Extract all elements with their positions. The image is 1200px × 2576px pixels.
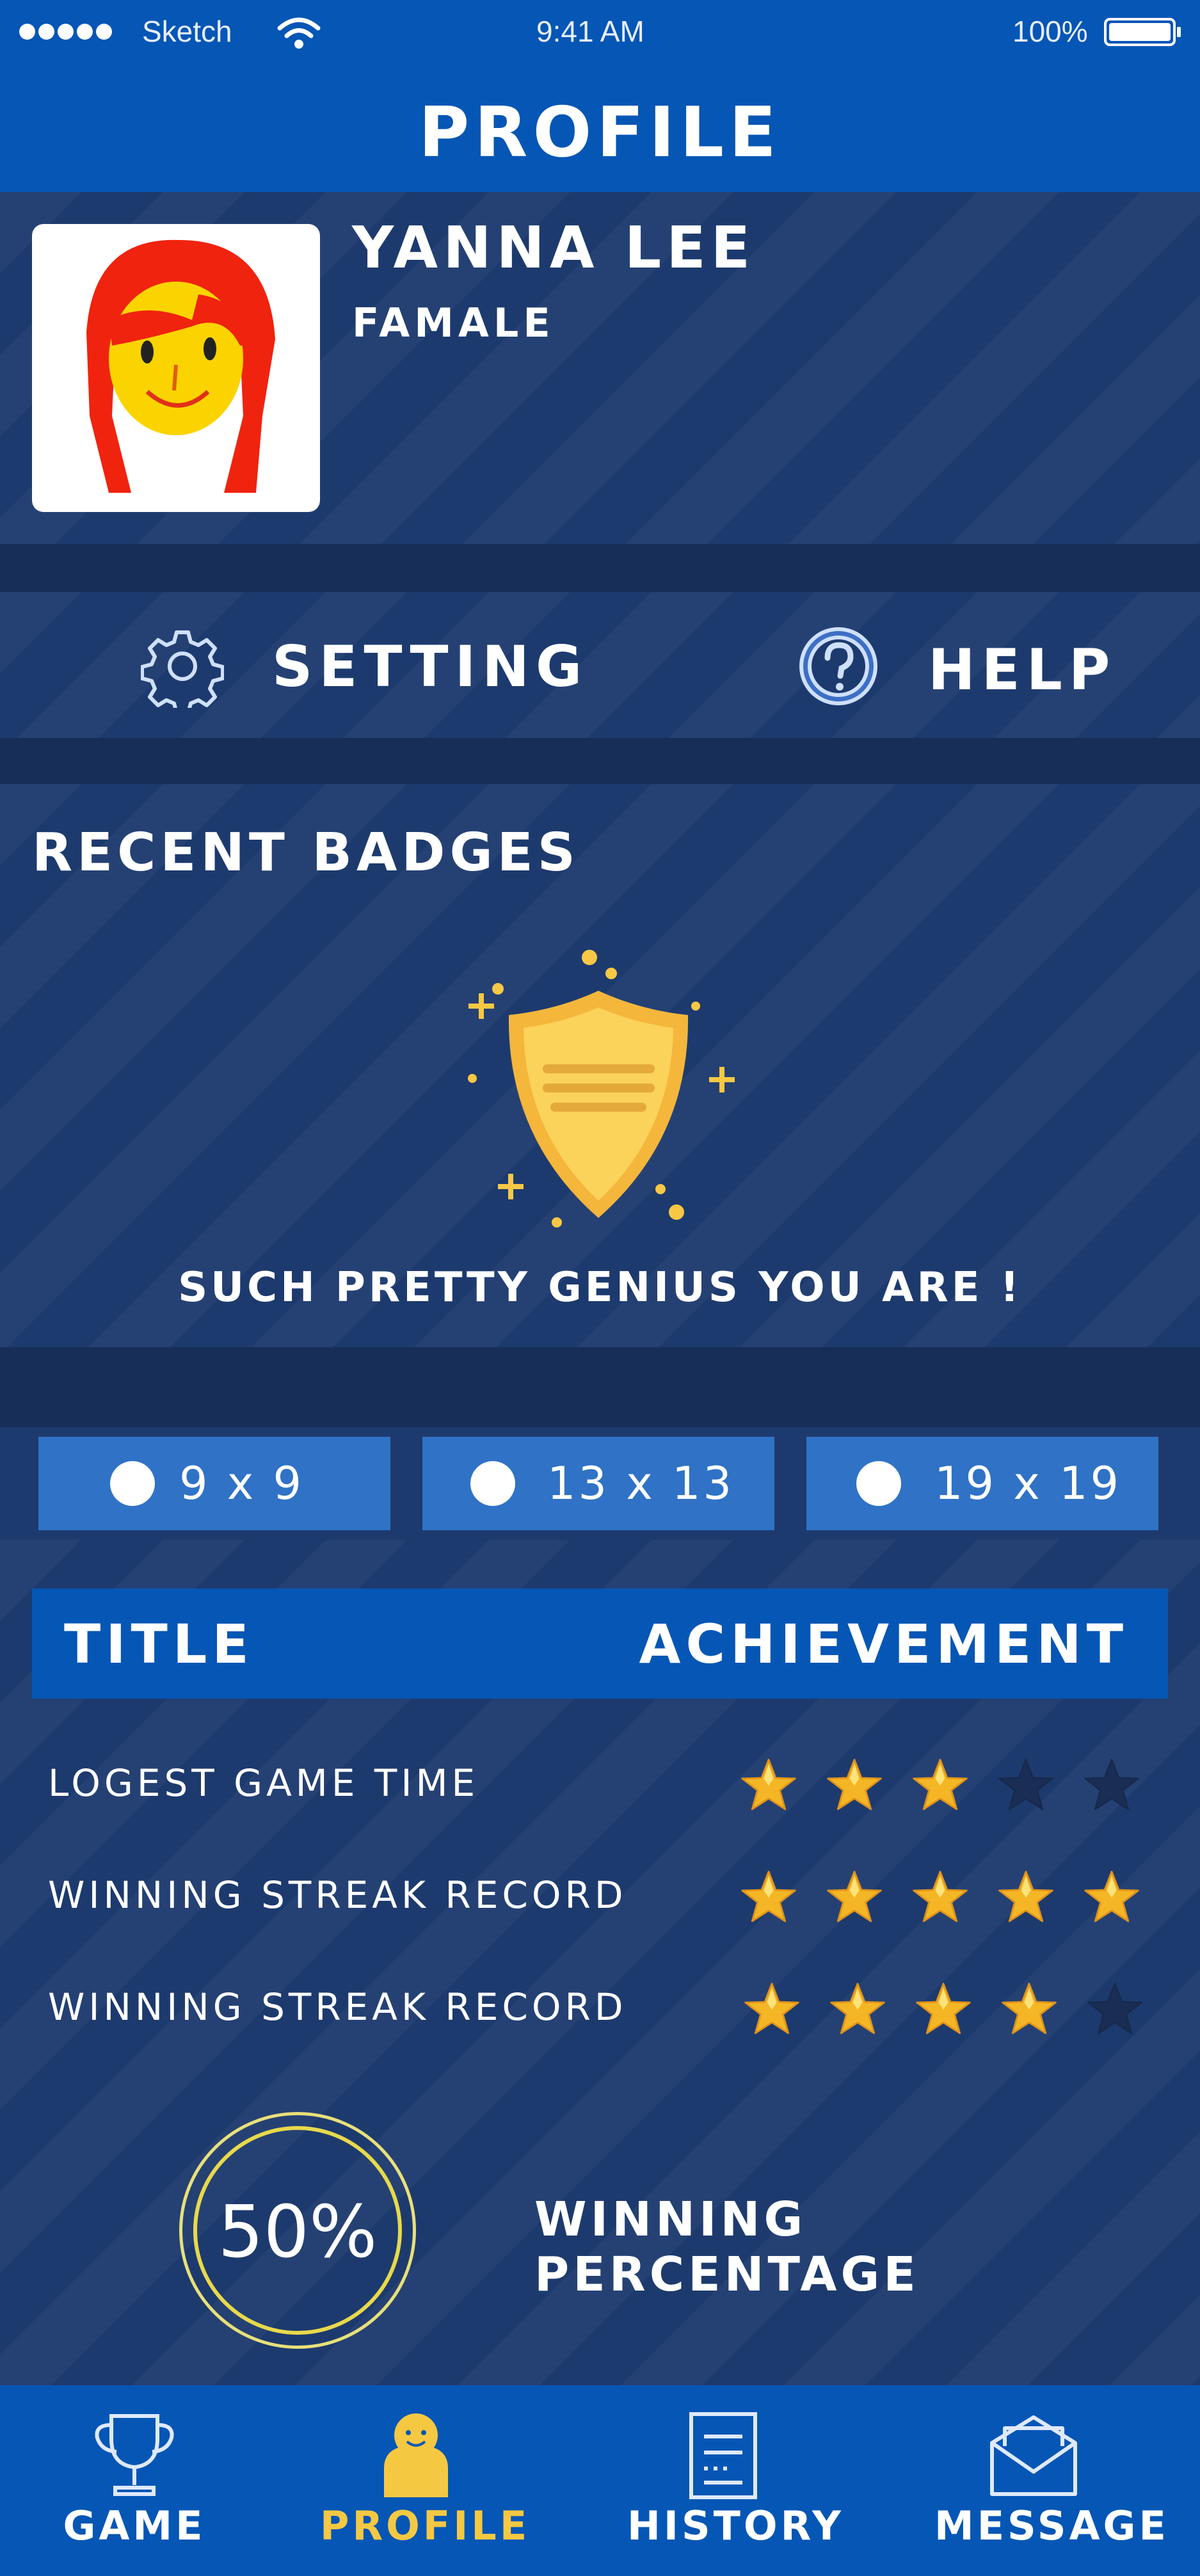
column-achievement: ACHIEVEMENT (639, 1613, 1128, 1676)
radio-dot (110, 1461, 155, 1506)
star-filled-icon (827, 1759, 882, 1811)
shield-badge-icon[interactable] (461, 946, 742, 1240)
page-title: PROFILE (419, 93, 781, 173)
setting-button[interactable]: SETTING (138, 614, 582, 717)
achievement-row: WINNING STREAK RECORD (48, 1866, 1162, 1930)
avatar-drawing (86, 239, 275, 493)
gear-icon (141, 630, 224, 708)
nav-game[interactable]: GAME (45, 2385, 224, 2576)
star-filled-icon (741, 1759, 796, 1811)
star-rating (739, 1866, 1174, 1930)
divider (0, 1347, 1200, 1427)
mail-icon (990, 2415, 1077, 2496)
star-rating (742, 1978, 1178, 2042)
nav-label-game: GAME (63, 2502, 206, 2549)
winning-percentage-ring: 50% (179, 2112, 416, 2349)
winning-percentage-value: 50% (218, 2191, 378, 2274)
radio-dot (470, 1461, 515, 1506)
star-filled-icon (916, 1983, 971, 2035)
achievements-header: TITLE ACHIEVEMENT (32, 1588, 1168, 1699)
carrier-name: Sketch (142, 15, 232, 48)
profile-name: YANNA LEE (352, 214, 756, 282)
star-filled-icon (998, 1871, 1053, 1923)
star-empty-icon (998, 1759, 1053, 1811)
nav-label-profile: PROFILE (320, 2502, 531, 2549)
document-icon (689, 2412, 757, 2499)
star-filled-icon (741, 1871, 796, 1923)
divider (0, 544, 1200, 592)
badge-caption: SUCH PRETTY GENIUS YOU ARE ! (178, 1264, 1022, 1311)
status-bar: Sketch 9:41 AM 100% (0, 0, 1200, 67)
board-size-13x13[interactable]: 13 x 13 (422, 1437, 774, 1530)
help-icon (799, 627, 877, 705)
battery-icon (1104, 18, 1181, 46)
star-filled-icon (1002, 1983, 1057, 2035)
star-filled-icon (830, 1983, 885, 2035)
profile-gender: FAMALE (352, 300, 555, 346)
nav-history[interactable]: HISTORY (627, 2385, 844, 2576)
clock: 9:41 AM (536, 15, 644, 48)
battery-percent: 100% (1012, 15, 1088, 48)
divider (0, 738, 1200, 784)
star-empty-icon (1084, 1759, 1139, 1811)
badges-heading: RECENT BADGES (32, 822, 580, 883)
star-filled-icon (913, 1759, 968, 1811)
star-filled-icon (1084, 1871, 1139, 1923)
achievement-title: WINNING STREAK RECORD (48, 1873, 627, 1917)
star-rating (739, 1754, 1174, 1818)
signal-dots-icon (19, 24, 112, 42)
star-filled-icon (744, 1983, 799, 2035)
board-size-label: 13 x 13 (547, 1457, 735, 1510)
avatar[interactable] (32, 224, 320, 512)
winning-percentage-label: WINNING PERCENTAGE (534, 2192, 920, 2302)
column-title: TITLE (64, 1613, 254, 1676)
achievement-title: LOGEST GAME TIME (48, 1761, 479, 1805)
trophy-icon (95, 2414, 174, 2496)
help-button[interactable]: HELP (794, 614, 1110, 717)
star-filled-icon (827, 1871, 882, 1923)
achievement-row: LOGEST GAME TIME (48, 1754, 1162, 1818)
achievement-row: WINNING STREAK RECORD (48, 1978, 1162, 2042)
nav-message[interactable]: MESSAGE (934, 2385, 1169, 2576)
setting-label: SETTING (272, 634, 589, 700)
star-filled-icon (913, 1871, 968, 1923)
help-label: HELP (928, 637, 1117, 703)
wifi-icon (277, 17, 321, 49)
radio-dot (856, 1461, 901, 1506)
board-size-label: 9 x 9 (179, 1457, 304, 1510)
header-bar: PROFILE (0, 67, 1200, 192)
board-size-19x19[interactable]: 19 x 19 (806, 1437, 1158, 1530)
nav-label-message: MESSAGE (934, 2502, 1169, 2549)
achievement-title: WINNING STREAK RECORD (48, 1985, 627, 2029)
nav-profile[interactable]: PROFILE (320, 2385, 531, 2576)
profile-icon (384, 2413, 448, 2497)
board-size-label: 19 x 19 (934, 1457, 1122, 1510)
star-empty-icon (1087, 1983, 1142, 2035)
board-size-9x9[interactable]: 9 x 9 (38, 1437, 390, 1530)
nav-label-history: HISTORY (627, 2502, 844, 2549)
